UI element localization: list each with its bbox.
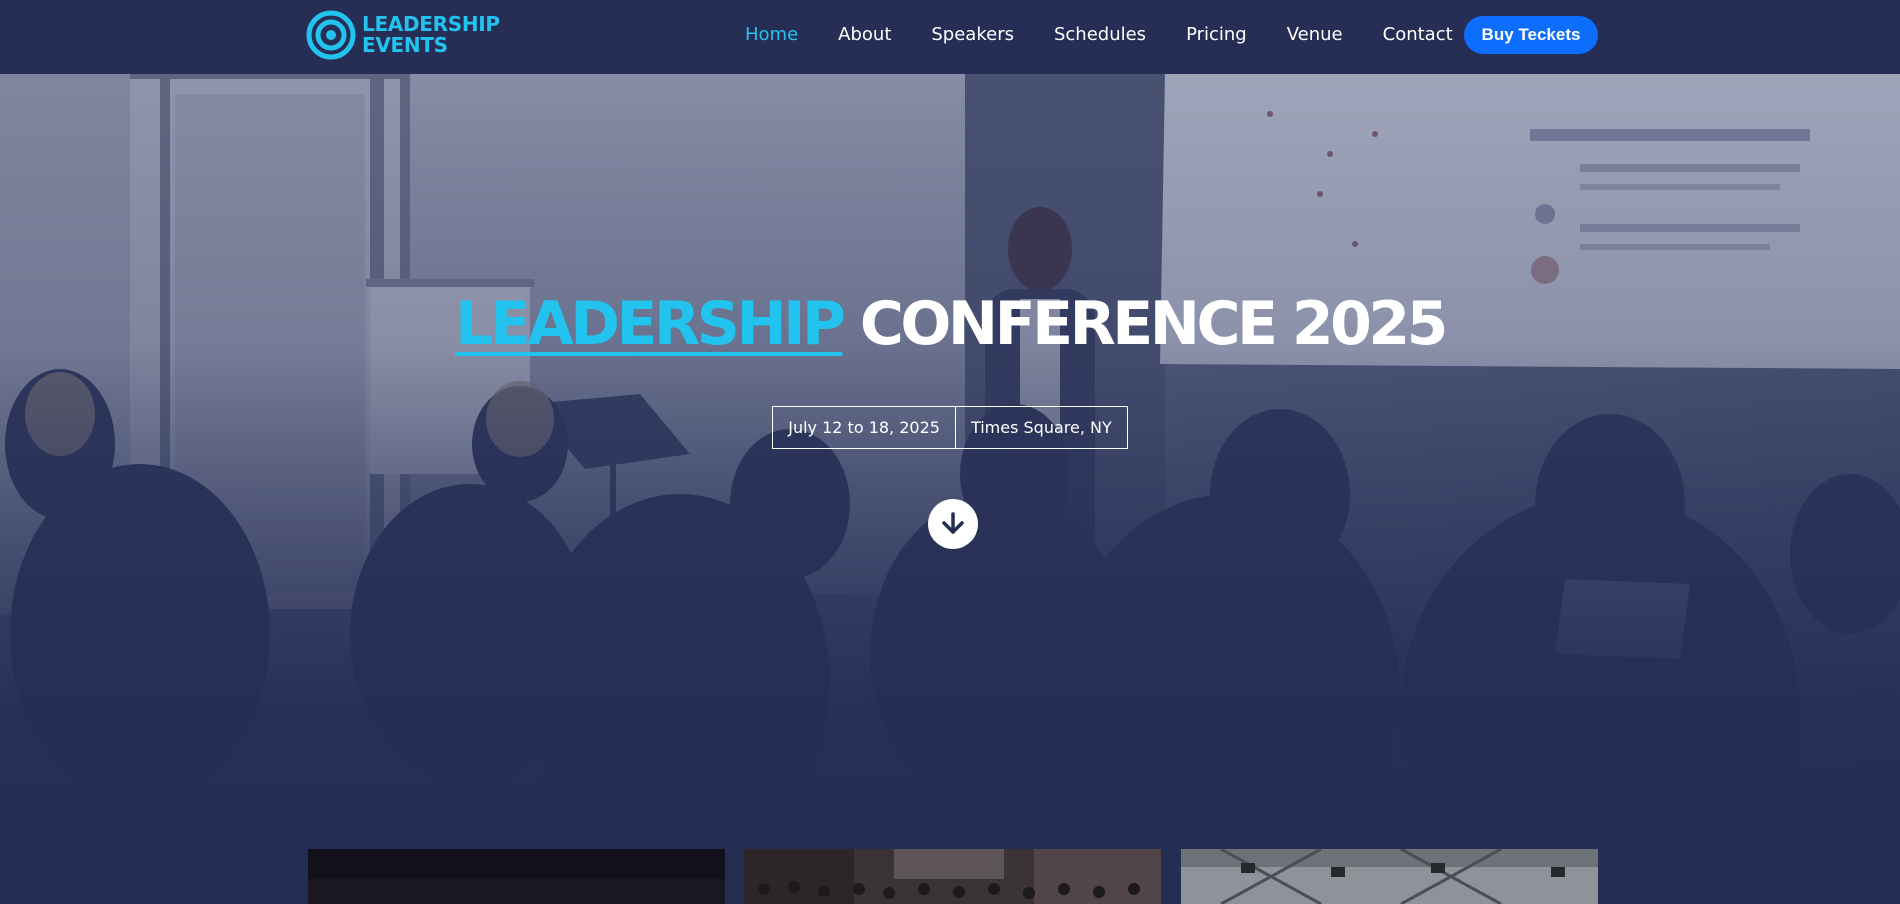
brand-line-1: LEADERSHIP — [362, 12, 500, 36]
nav-item-contact[interactable]: Contact — [1383, 24, 1453, 45]
photo-card-3[interactable] — [1181, 849, 1598, 904]
nav-item-pricing[interactable]: Pricing — [1186, 24, 1247, 45]
hero-title-accent: LEADERSHIP — [455, 289, 846, 359]
nav-item-home[interactable]: Home — [745, 24, 798, 45]
brand-line-2: EVENTS — [362, 33, 448, 57]
nav-item-speakers[interactable]: Speakers — [931, 24, 1014, 45]
card-image-2 — [744, 849, 1161, 904]
hero-title-rest: CONFERENCE 2025 — [842, 289, 1449, 359]
hero-section: LEADERSHIP CONFERENCE 2025 July 12 to 18… — [0, 74, 1900, 846]
target-icon — [306, 10, 356, 60]
nav-item-venue[interactable]: Venue — [1287, 24, 1343, 45]
event-info: July 12 to 18, 2025 Times Square, NY — [0, 406, 1900, 449]
brand-logo[interactable]: LEADERSHIP EVENTS — [306, 10, 500, 60]
brand-name: LEADERSHIP EVENTS — [362, 14, 500, 56]
navbar: LEADERSHIP EVENTS Home About Speakers Sc… — [0, 0, 1900, 74]
card-image-1 — [308, 849, 725, 904]
card-image-3 — [1181, 849, 1598, 904]
scroll-down-button[interactable] — [928, 499, 978, 549]
hero-title: LEADERSHIP CONFERENCE 2025 — [0, 284, 1900, 364]
main-nav: Home About Speakers Schedules Pricing Ve… — [745, 22, 1493, 48]
nav-item-about[interactable]: About — [838, 24, 891, 45]
event-location: Times Square, NY — [955, 406, 1128, 449]
hero-overlay — [0, 74, 1900, 846]
buy-tickets-button[interactable]: Buy Teckets — [1464, 16, 1598, 54]
arrow-down-icon — [942, 512, 964, 534]
nav-item-schedules[interactable]: Schedules — [1054, 24, 1146, 45]
photo-card-1[interactable] — [308, 849, 725, 904]
event-dates: July 12 to 18, 2025 — [772, 406, 956, 449]
photo-card-2[interactable] — [744, 849, 1161, 904]
